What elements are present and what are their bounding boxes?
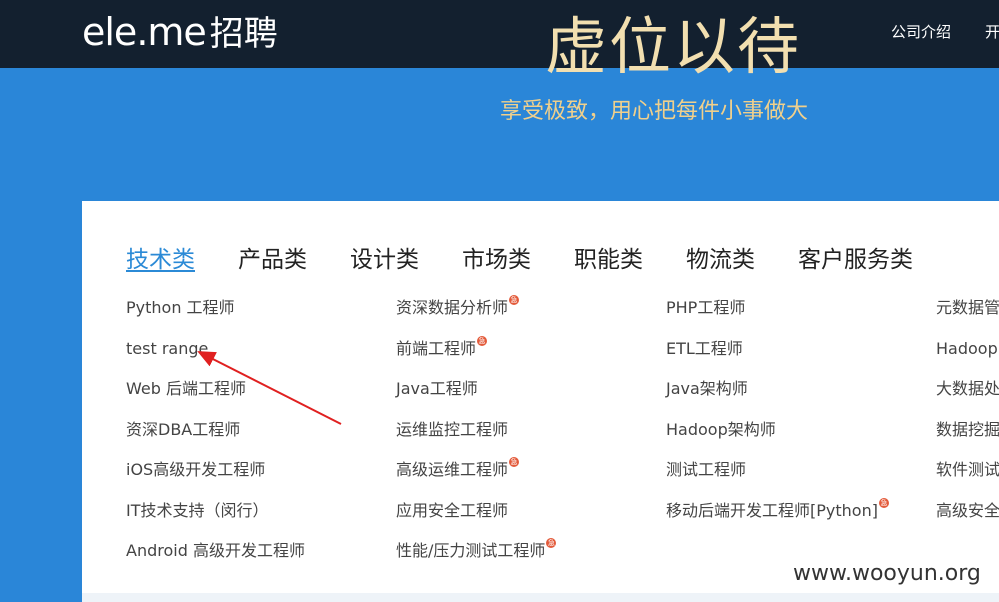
job-title: 大数据处 [936,379,999,398]
urgent-badge-icon: 急 [546,538,557,548]
job-title: 应用安全工程师 [396,501,509,520]
tab-customer-service[interactable]: 客户服务类 [798,246,913,274]
job-link[interactable]: 移动后端开发工程师[Python] 急 [666,498,889,521]
job-link[interactable]: IT技术支持（闵行） [126,501,269,521]
job-title: Java工程师 [396,379,478,398]
job-title: 元数据管 [936,298,999,317]
job-title: PHP工程师 [666,298,746,317]
job-link[interactable]: 测试工程师 [666,460,746,480]
job-link[interactable]: test range [126,339,208,359]
hero-subtitle: 享受极致，用心把每件小事做大 [500,99,809,124]
job-title: 前端工程师 [396,339,477,358]
logo-suffix: 招聘 [209,14,278,54]
job-title: Hadoop架构师 [666,420,776,439]
job-link[interactable]: ETL工程师 [666,339,743,359]
job-link[interactable]: 性能/压力测试工程师急 [396,538,557,561]
job-link[interactable]: 元数据管 [936,298,999,318]
job-title: 移动后端开发工程师[Python] [666,501,878,520]
tab-tech[interactable]: 技术类 [126,246,195,274]
job-link[interactable]: Android 高级开发工程师 [126,541,305,561]
eleme-logo[interactable]: ele.me 招聘 [82,10,278,56]
job-title: Web 后端工程师 [126,379,246,398]
job-title: 性能/压力测试工程师 [396,541,546,560]
job-title: 高级运维工程师 [396,460,509,479]
job-link[interactable]: Hadoop [936,339,998,359]
job-link[interactable]: 软件测试 [936,460,999,480]
job-listing-panel: 技术类 产品类 设计类 市场类 职能类 物流类 客户服务类 Python 工程师… [82,201,999,593]
job-title: 测试工程师 [666,460,747,479]
job-title: Android 高级开发工程师 [126,541,305,560]
urgent-badge-icon: 急 [878,498,889,508]
top-navigation-bar: ele.me 招聘 公司介绍 开 [0,0,999,68]
job-link[interactable]: PHP工程师 [666,298,745,318]
job-title: Java架构师 [666,379,748,398]
urgent-badge-icon: 急 [509,457,520,467]
job-link[interactable]: 应用安全工程师 [396,501,508,521]
job-link[interactable]: Hadoop架构师 [666,420,776,440]
job-link[interactable]: iOS高级开发工程师 [126,460,265,480]
tab-marketing[interactable]: 市场类 [462,246,531,274]
urgent-badge-icon: 急 [477,336,488,346]
job-title: iOS高级开发工程师 [126,460,266,479]
hero-title: 虚位以待 [545,10,802,83]
nav-link-partial[interactable]: 开 [985,23,999,41]
tab-functional[interactable]: 职能类 [574,246,643,274]
job-title: ETL工程师 [666,339,743,358]
job-link[interactable]: Web 后端工程师 [126,379,246,399]
job-link[interactable]: 高级安全 [936,501,999,521]
job-title: Hadoop [936,339,998,358]
urgent-badge-icon: 急 [509,295,520,305]
job-title: 高级安全 [936,501,999,520]
tab-logistics[interactable]: 物流类 [686,246,755,274]
job-title: 资深数据分析师 [396,298,509,317]
panel-footer [82,593,999,602]
tab-product[interactable]: 产品类 [238,246,307,274]
nav-link-company-intro[interactable]: 公司介绍 [891,23,951,41]
job-title: 数据挖掘 [936,420,999,439]
job-title: Python 工程师 [126,298,235,317]
logo-text: ele.me [82,10,207,54]
job-link[interactable]: Java架构师 [666,379,748,399]
job-title: test range [126,339,209,358]
job-link[interactable]: 数据挖掘 [936,420,999,440]
job-link[interactable]: 大数据处 [936,379,999,399]
job-link[interactable]: Java工程师 [396,379,478,399]
watermark: www.wooyun.org [793,561,981,586]
job-title: 软件测试 [936,460,999,479]
job-link[interactable]: Python 工程师 [126,298,235,318]
job-title: 运维监控工程师 [396,420,509,439]
job-title: IT技术支持（闵行） [126,501,269,520]
job-title: 资深DBA工程师 [126,420,241,439]
job-link[interactable]: 资深DBA工程师 [126,420,240,440]
job-link[interactable]: 运维监控工程师 [396,420,508,440]
job-link[interactable]: 前端工程师急 [396,336,488,359]
job-link[interactable]: 资深数据分析师急 [396,295,520,318]
tab-design[interactable]: 设计类 [350,246,419,274]
job-link[interactable]: 高级运维工程师急 [396,457,520,480]
